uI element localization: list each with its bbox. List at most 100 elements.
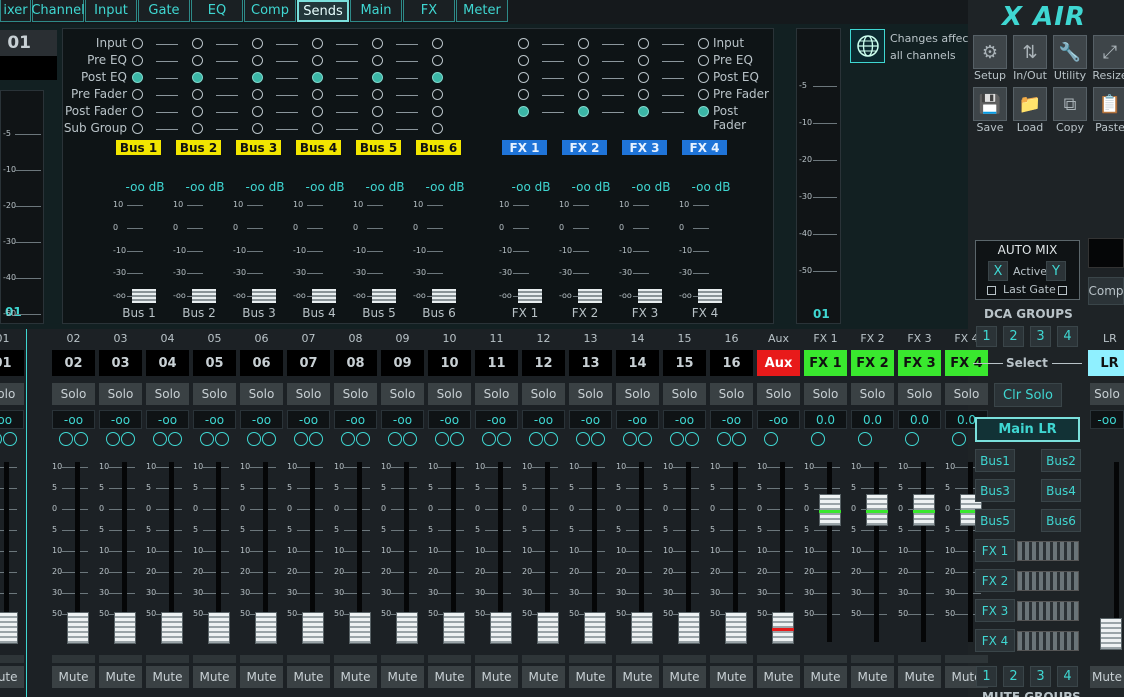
pan-knob[interactable]: [341, 432, 355, 446]
bus-5-tap-radio[interactable]: [372, 38, 383, 49]
bus-6-tap-radio[interactable]: [432, 38, 443, 49]
pan-knob[interactable]: [905, 432, 919, 446]
dca-button-2[interactable]: 2: [1003, 326, 1024, 347]
pan-knob[interactable]: [544, 432, 558, 446]
fx-select-1[interactable]: FX 1: [975, 539, 1015, 562]
solo-button[interactable]: Solo: [240, 383, 283, 405]
tab-ixer[interactable]: ixer: [0, 0, 31, 22]
mute-button[interactable]: Mute: [522, 666, 565, 688]
fx-2-send-button[interactable]: FX 2: [562, 140, 607, 155]
fx-3-tap-radio[interactable]: [638, 89, 649, 100]
channel-name-16[interactable]: Aux: [757, 350, 800, 376]
solo-button[interactable]: Solo: [193, 383, 236, 405]
bus-4-button[interactable]: Bus 4: [296, 140, 341, 155]
channel-fader[interactable]: [161, 612, 183, 644]
tool-setup-icon[interactable]: ⚙: [973, 35, 1007, 69]
fx-2-tap-radio[interactable]: [578, 55, 589, 66]
pan-knob[interactable]: [858, 432, 872, 446]
mute-button[interactable]: Mute: [757, 666, 800, 688]
pan-knob[interactable]: [294, 432, 308, 446]
pan-knob[interactable]: [3, 432, 17, 446]
bus-select-6[interactable]: Bus6: [1041, 509, 1081, 532]
pan-knob[interactable]: [121, 432, 135, 446]
bus-4-tap-radio[interactable]: [312, 106, 323, 117]
channel-name-field[interactable]: [0, 56, 57, 80]
mute-button[interactable]: Mute: [475, 666, 518, 688]
fx-2-tap-radio[interactable]: [578, 38, 589, 49]
bus-select-3[interactable]: Bus3: [975, 479, 1015, 502]
mute-button[interactable]: Mute: [710, 666, 753, 688]
channel-name-5[interactable]: 06: [240, 350, 283, 376]
channel-fader[interactable]: [396, 612, 418, 644]
bus-1-tap-radio[interactable]: [132, 123, 143, 134]
pan-knob[interactable]: [309, 432, 323, 446]
dca-button-1[interactable]: 1: [976, 326, 997, 347]
send-fader[interactable]: [132, 289, 156, 303]
bus-6-tap-radio[interactable]: [432, 89, 443, 100]
send-fader[interactable]: [432, 289, 456, 303]
solo-button[interactable]: Solo: [428, 383, 471, 405]
channel-name-0[interactable]: 01: [0, 350, 24, 376]
bus-3-tap-radio[interactable]: [252, 38, 263, 49]
solo-button[interactable]: Solo: [851, 383, 894, 405]
channel-fader[interactable]: [114, 612, 136, 644]
tool-inout-icon[interactable]: ⇅: [1013, 35, 1047, 69]
bus-5-tap-radio[interactable]: [372, 123, 383, 134]
mute-button[interactable]: Mute: [616, 666, 659, 688]
channel-fader[interactable]: [584, 612, 606, 644]
channel-name-1[interactable]: 02: [52, 350, 95, 376]
fx-1-tap-radio[interactable]: [518, 55, 529, 66]
send-fader[interactable]: [312, 289, 336, 303]
bus-2-tap-radio[interactable]: [192, 38, 203, 49]
tab-comp[interactable]: Comp: [244, 0, 296, 22]
main-lr-button[interactable]: Main LR: [975, 417, 1080, 442]
pan-knob[interactable]: [732, 432, 746, 446]
fx-3-tap-radio[interactable]: [638, 72, 649, 83]
mute-button[interactable]: Mute: [569, 666, 612, 688]
dca-button-3[interactable]: 3: [1030, 326, 1051, 347]
fx-3-tap-radio[interactable]: [638, 38, 649, 49]
mute-button[interactable]: Mute: [99, 666, 142, 688]
pan-knob[interactable]: [623, 432, 637, 446]
tool-paste-icon[interactable]: 📋: [1093, 87, 1124, 121]
pan-knob[interactable]: [106, 432, 120, 446]
solo-button[interactable]: Solo: [475, 383, 518, 405]
pan-knob[interactable]: [388, 432, 402, 446]
pan-knob[interactable]: [764, 432, 778, 446]
mute-button[interactable]: Mute: [240, 666, 283, 688]
channel-name-2[interactable]: 03: [99, 350, 142, 376]
pan-knob[interactable]: [153, 432, 167, 446]
solo-button[interactable]: Solo: [945, 383, 988, 405]
fx-select-3[interactable]: FX 3: [975, 599, 1015, 622]
bus-5-tap-radio[interactable]: [372, 72, 383, 83]
pan-knob[interactable]: [717, 432, 731, 446]
pan-knob[interactable]: [168, 432, 182, 446]
bus-1-tap-radio[interactable]: [132, 89, 143, 100]
channel-name-10[interactable]: 11: [475, 350, 518, 376]
tab-main[interactable]: Main: [350, 0, 402, 22]
fx-2-tap-radio[interactable]: [578, 89, 589, 100]
solo-button[interactable]: Solo: [287, 383, 330, 405]
last-gate-checkbox[interactable]: [987, 286, 996, 295]
bus-1-tap-radio[interactable]: [132, 38, 143, 49]
channel-fader[interactable]: [302, 612, 324, 644]
bus-select-4[interactable]: Bus4: [1041, 479, 1081, 502]
fx-4-tap-radio[interactable]: [698, 106, 709, 117]
bus-select-1[interactable]: Bus1: [975, 449, 1015, 472]
clr-solo-button[interactable]: Clr Solo: [994, 383, 1062, 407]
tool-utility-icon[interactable]: 🔧: [1053, 35, 1087, 69]
fx-2-tap-radio[interactable]: [578, 106, 589, 117]
bus-3-tap-radio[interactable]: [252, 123, 263, 134]
solo-button[interactable]: Solo: [99, 383, 142, 405]
mute-button[interactable]: Mute: [381, 666, 424, 688]
bus-1-button[interactable]: Bus 1: [116, 140, 161, 155]
solo-button[interactable]: Solo: [663, 383, 706, 405]
pan-knob[interactable]: [215, 432, 229, 446]
mute-button[interactable]: Mute: [146, 666, 189, 688]
channel-name-6[interactable]: 07: [287, 350, 330, 376]
channel-name-18[interactable]: FX 2: [851, 350, 894, 376]
bus-5-tap-radio[interactable]: [372, 89, 383, 100]
pan-knob[interactable]: [435, 432, 449, 446]
mute-button[interactable]: Mute: [898, 666, 941, 688]
tab-input[interactable]: Input: [85, 0, 137, 22]
